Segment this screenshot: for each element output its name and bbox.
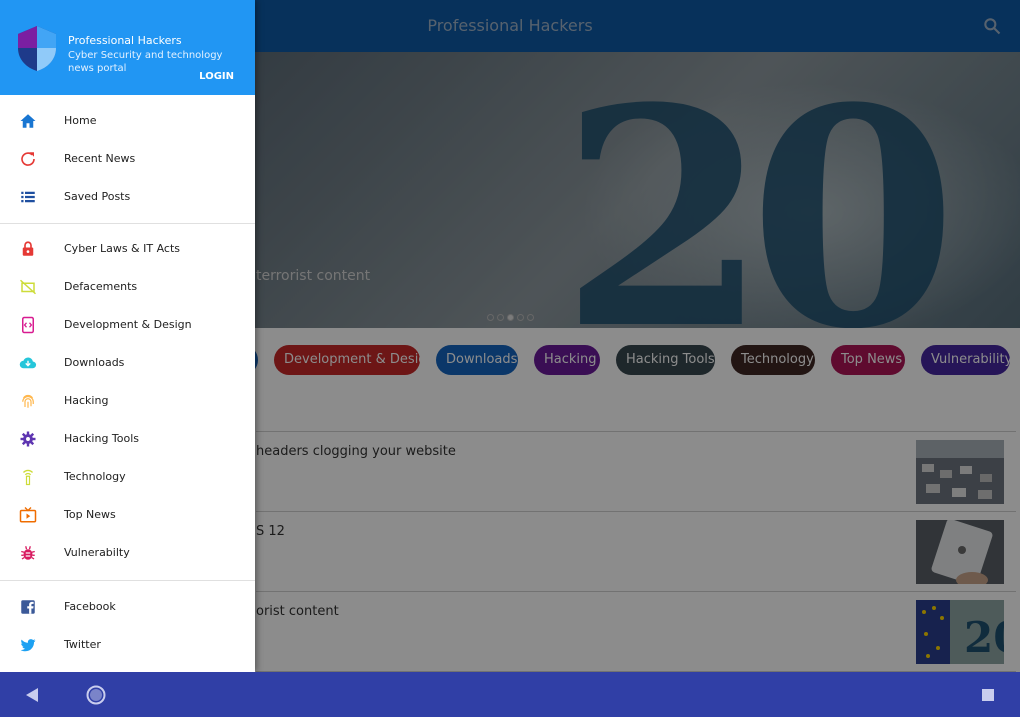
login-button[interactable]: LOGIN: [199, 71, 234, 82]
recents-icon[interactable]: [977, 684, 999, 706]
drawer-item-label: Hacking: [64, 394, 109, 407]
shield-logo-icon: [18, 26, 56, 71]
home-icon: [20, 114, 36, 128]
drawer-app-name: Professional Hackers: [68, 34, 182, 47]
lock-icon: [22, 241, 34, 256]
gear-icon: [20, 431, 36, 447]
drawer-item-label: Home: [64, 114, 97, 127]
drawer-item-label: Twitter: [64, 638, 101, 651]
drawer-item-downloads[interactable]: Downloads: [0, 344, 255, 382]
drawer-item-label: Recent News: [64, 152, 136, 165]
list-icon: [21, 191, 35, 203]
drawer-item-hacking[interactable]: Hacking: [0, 382, 255, 420]
drawer-divider: [0, 223, 255, 224]
cloud-download-icon: [19, 357, 37, 369]
drawer-item-label: Top News: [64, 508, 116, 521]
drawer-item-recent-news[interactable]: Recent News: [0, 140, 255, 178]
refresh-icon: [21, 152, 35, 166]
home-circle-icon[interactable]: [85, 684, 107, 706]
drawer-item-label: Saved Posts: [64, 190, 131, 203]
bug-icon: [21, 546, 35, 560]
twitter-icon: [20, 639, 36, 652]
drawer-item-label: Development & Design: [64, 318, 192, 331]
drawer-item-cyber-laws[interactable]: Cyber Laws & IT Acts: [0, 230, 255, 268]
drawer-item-top-news[interactable]: Top News: [0, 496, 255, 534]
drawer-header: Professional Hackers Cyber Security and …: [0, 0, 255, 95]
drawer-item-development-design[interactable]: Development & Design: [0, 306, 255, 344]
drawer-item-defacements[interactable]: Defacements: [0, 268, 255, 306]
fingerprint-icon: [22, 394, 34, 408]
drawer-item-label: Technology: [64, 470, 126, 483]
drawer-item-technology[interactable]: Technology: [0, 458, 255, 496]
defacement-icon: [19, 279, 37, 295]
drawer-item-vulnerability[interactable]: Vulnerabilty: [0, 534, 255, 572]
signal-tower-icon: [22, 469, 34, 486]
drawer-divider: [0, 580, 255, 581]
drawer-item-twitter[interactable]: Twitter: [0, 626, 255, 664]
drawer-item-label: Downloads: [64, 356, 125, 369]
system-navigation-bar: [0, 672, 1020, 717]
drawer-item-label: Cyber Laws & IT Acts: [64, 242, 181, 255]
navigation-drawer: Professional Hackers Cyber Security and …: [0, 0, 255, 672]
drawer-item-home[interactable]: Home: [0, 102, 255, 140]
drawer-item-hacking-tools[interactable]: Hacking Tools: [0, 420, 255, 458]
drawer-item-label: Facebook: [64, 600, 116, 613]
drawer-item-saved-posts[interactable]: Saved Posts: [0, 178, 255, 216]
tv-play-icon: [19, 507, 37, 523]
drawer-item-facebook[interactable]: Facebook: [0, 588, 255, 626]
back-icon[interactable]: [22, 684, 44, 706]
facebook-icon: [21, 600, 35, 614]
drawer-item-label: Defacements: [64, 280, 138, 293]
code-icon: [22, 316, 34, 334]
drawer-item-label: Hacking Tools: [64, 432, 140, 445]
drawer-item-label: Vulnerabilty: [64, 546, 130, 559]
